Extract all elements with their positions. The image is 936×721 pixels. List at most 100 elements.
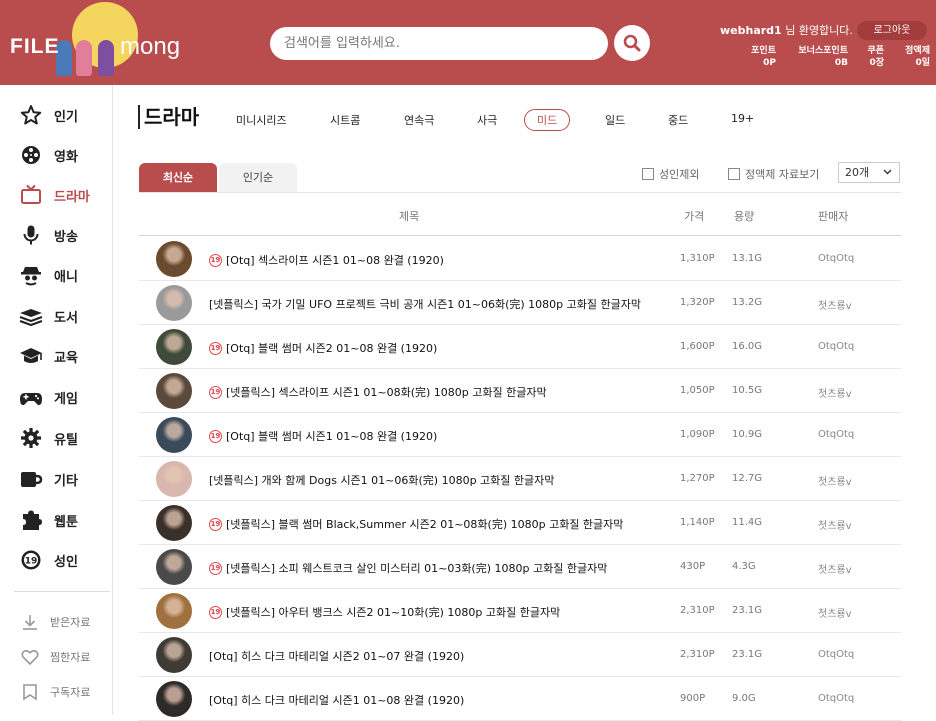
table-row[interactable]: [Otq] 히스 다크 마테리얼 시즌1 01~08 완결 (1920) 900P…: [139, 677, 901, 721]
row-price: 1,090P: [680, 429, 715, 440]
table-row[interactable]: [넷플릭스] 개와 함께 Dogs 시즌1 01~06화(完) 1080p 고화…: [139, 457, 901, 501]
thumbnail[interactable]: [156, 373, 192, 409]
table-row[interactable]: 19 [Otq] 섹스라이프 시즌1 01~08 완결 (1920) 1,310P 1…: [139, 237, 901, 281]
row-title[interactable]: [넷플릭스] 국가 기밀 UFO 프로젝트 극비 공개 시즌1 01~06화(完…: [209, 296, 641, 312]
sidebar-item-label: 찜한자료: [50, 651, 91, 664]
thumbnail[interactable]: [156, 417, 192, 453]
row-seller[interactable]: 첫츠룡v: [818, 297, 852, 312]
row-seller[interactable]: OtqOtq: [818, 429, 854, 440]
sidebar-divider: [14, 591, 110, 592]
thumbnail[interactable]: [156, 549, 192, 585]
filter-flatrate-only[interactable]: 정액제 자료보기: [728, 166, 819, 182]
row-seller[interactable]: 첫츠룡v: [818, 561, 852, 576]
sidebar-item-webtoon[interactable]: 웹툰: [18, 506, 78, 534]
sidebar-item-utilities[interactable]: 유틸: [18, 424, 78, 452]
table-row[interactable]: [Otq] 히스 다크 마테리얼 시즌2 01~07 완결 (1920) 2,31…: [139, 633, 901, 677]
table-row[interactable]: 19 [Otq] 블랙 썸머 시즌1 01~08 완결 (1920) 1,090P 1…: [139, 413, 901, 457]
page-size-select[interactable]: 20개: [838, 162, 900, 183]
sort-tab-popular[interactable]: 인기순: [219, 163, 297, 192]
row-title-text: [넷플릭스] 블랙 썸머 Black,Summer 시즌2 01~08화(完) …: [226, 518, 624, 531]
row-seller[interactable]: 첫츠룡v: [818, 385, 852, 400]
subtab-historical[interactable]: 사극: [477, 112, 497, 128]
anime-character-icon: [18, 262, 44, 288]
row-seller[interactable]: OtqOtq: [818, 253, 854, 264]
row-size: 10.5G: [732, 385, 763, 396]
thumbnail[interactable]: [156, 461, 192, 497]
subtab-serial[interactable]: 연속극: [404, 112, 434, 128]
row-seller[interactable]: 첫츠룡v: [818, 473, 852, 488]
thumbnail[interactable]: [156, 241, 192, 277]
sidebar-item-anime[interactable]: 애니: [18, 261, 78, 289]
username: webhard1: [720, 24, 782, 37]
row-title[interactable]: 19 [넷플릭스] 블랙 썸머 Black,Summer 시즌2 01~08화(完…: [209, 516, 623, 532]
stat-flatrate[interactable]: 정액제 0일: [898, 45, 930, 69]
subtab-miniseries[interactable]: 미니시리즈: [236, 112, 287, 128]
sidebar-item-favorites[interactable]: 찜한자료: [20, 646, 90, 668]
sidebar-item-books[interactable]: 도서: [18, 302, 78, 330]
row-seller[interactable]: 첫츠룡v: [818, 517, 852, 532]
site-logo[interactable]: FILE mong: [8, 0, 188, 85]
sort-tab-latest[interactable]: 최신순: [139, 163, 217, 192]
sidebar-item-label: 게임: [54, 391, 78, 407]
sidebar-item-etc[interactable]: 기타: [18, 465, 78, 493]
row-title[interactable]: 19 [Otq] 블랙 썸머 시즌2 01~08 완결 (1920): [209, 340, 437, 356]
table-row[interactable]: 19 [Otq] 블랙 썸머 시즌2 01~08 완결 (1920) 1,600P 1…: [139, 325, 901, 369]
table-row[interactable]: [넷플릭스] 국가 기밀 UFO 프로젝트 극비 공개 시즌1 01~06화(完…: [139, 281, 901, 325]
thumbnail[interactable]: [156, 285, 192, 321]
search-input[interactable]: [270, 27, 608, 60]
adult-19-icon: 19: [209, 517, 222, 531]
subtab-japanese-drama[interactable]: 일드: [605, 112, 625, 128]
row-title-text: [Otq] 섹스라이프 시즌1 01~08 완결 (1920): [226, 254, 444, 267]
sidebar-item-broadcast[interactable]: 방송: [18, 221, 78, 249]
row-title[interactable]: [Otq] 히스 다크 마테리얼 시즌2 01~07 완결 (1920): [209, 648, 464, 664]
stat-bonus-points[interactable]: 보너스포인트 0B: [792, 45, 848, 69]
checkbox[interactable]: [728, 168, 740, 180]
sidebar-item-label: 영화: [54, 149, 78, 165]
row-seller[interactable]: OtqOtq: [818, 649, 854, 660]
sidebar-item-games[interactable]: 게임: [18, 383, 78, 411]
thumbnail[interactable]: [156, 637, 192, 673]
thumbnail[interactable]: [156, 329, 192, 365]
row-title[interactable]: 19 [넷플릭스] 아우터 뱅크스 시즌2 01~10화(完) 1080p 고화질…: [209, 604, 560, 620]
sidebar-item-popular[interactable]: 인기: [18, 101, 78, 129]
search-button[interactable]: [614, 25, 650, 61]
sidebar-item-downloads[interactable]: 받은자료: [20, 611, 90, 633]
subtab-us-drama[interactable]: 미드: [524, 109, 571, 131]
sidebar-item-education[interactable]: 교육: [18, 342, 78, 370]
row-title[interactable]: 19 [Otq] 섹스라이프 시즌1 01~08 완결 (1920): [209, 252, 444, 268]
logout-button[interactable]: 로그아웃: [857, 21, 927, 40]
thumbnail[interactable]: [156, 593, 192, 629]
stat-points[interactable]: 포인트 0P: [746, 45, 776, 69]
sidebar-item-label: 구독자료: [50, 686, 91, 699]
subtab-sitcom[interactable]: 시트콤: [330, 112, 360, 128]
filter-exclude-adult[interactable]: 성인제외: [642, 166, 699, 182]
row-seller[interactable]: OtqOtq: [818, 693, 854, 704]
sidebar-item-drama[interactable]: 드라마: [18, 181, 90, 209]
row-title[interactable]: 19 [넷플릭스] 섹스라이프 시즌1 01~08화(完) 1080p 고화질 한…: [209, 384, 547, 400]
thumbnail[interactable]: [156, 681, 192, 717]
top-header: FILE mong webhard1 님 환영합니다. 로그아웃 포인트 0P …: [0, 0, 936, 85]
subtab-19plus[interactable]: 19+: [731, 112, 754, 125]
table-header-divider: [139, 235, 901, 236]
stat-coupons[interactable]: 쿠폰 0장: [862, 45, 884, 69]
sidebar-item-movies[interactable]: 영화: [18, 141, 78, 169]
row-title[interactable]: 19 [넷플릭스] 소피 웨스트코크 살인 미스터리 01~03화(完) 1080…: [209, 560, 607, 576]
sidebar-item-subscriptions[interactable]: 구독자료: [20, 681, 90, 703]
table-row[interactable]: 19 [넷플릭스] 아우터 뱅크스 시즌2 01~10화(完) 1080p 고화질…: [139, 589, 901, 633]
table-row[interactable]: 19 [넷플릭스] 블랙 썸머 Black,Summer 시즌2 01~08화(完…: [139, 501, 901, 545]
row-seller[interactable]: 첫츠룡v: [818, 605, 852, 620]
column-header-seller: 판매자: [818, 210, 849, 223]
checkbox[interactable]: [642, 168, 654, 180]
table-row[interactable]: 19 [넷플릭스] 섹스라이프 시즌1 01~08화(完) 1080p 고화질 한…: [139, 369, 901, 413]
row-title[interactable]: [넷플릭스] 개와 함께 Dogs 시즌1 01~06화(完) 1080p 고화…: [209, 472, 554, 488]
row-seller[interactable]: OtqOtq: [818, 341, 854, 352]
thumbnail[interactable]: [156, 505, 192, 541]
row-size: 13.2G: [732, 297, 763, 308]
table-row[interactable]: 19 [넷플릭스] 소피 웨스트코크 살인 미스터리 01~03화(完) 1080…: [139, 545, 901, 589]
subtab-chinese-drama[interactable]: 중드: [668, 112, 688, 128]
row-title[interactable]: 19 [Otq] 블랙 썸머 시즌1 01~08 완결 (1920): [209, 428, 437, 444]
sidebar-item-adult[interactable]: 19 성인: [18, 546, 78, 574]
page-size-value: 20개: [845, 166, 870, 179]
film-reel-icon: [18, 142, 44, 168]
row-title[interactable]: [Otq] 히스 다크 마테리얼 시즌1 01~08 완결 (1920): [209, 692, 464, 708]
